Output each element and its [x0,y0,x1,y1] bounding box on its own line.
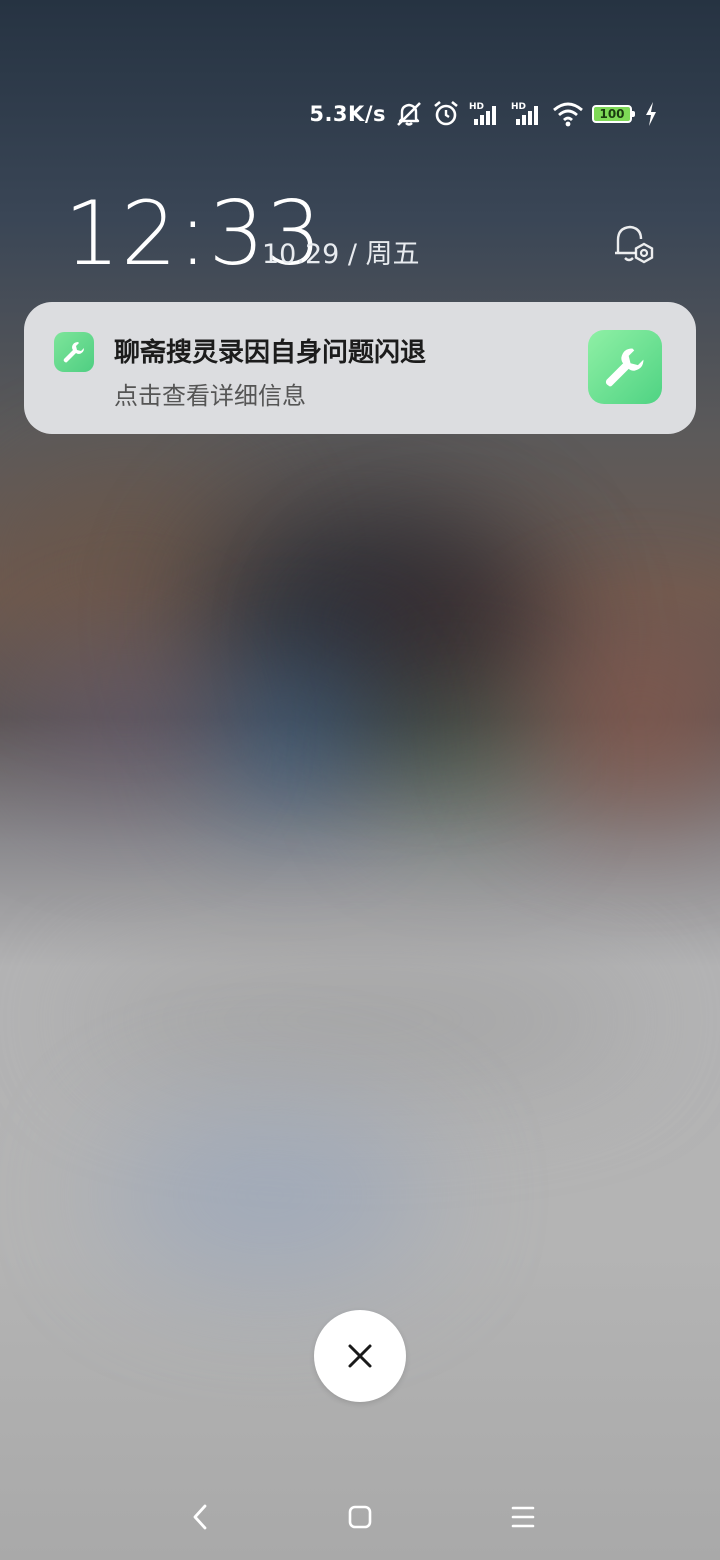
crash-notification[interactable]: 聊斋搜灵录因自身问题闪退 点击查看详细信息 [24,302,696,434]
mute-icon [394,100,424,128]
wallpaper-blur [80,960,640,1080]
alarm-icon [432,100,460,128]
wallpaper-blur [210,660,370,820]
lock-date: 10.29 / 周五 [262,239,420,270]
hd-label: HD [469,102,484,112]
notification-settings-button[interactable] [610,222,660,268]
menu-icon [511,1506,535,1528]
hd-signal-icon: HD [468,100,502,128]
notification-title: 聊斋搜灵录因自身问题闪退 [114,338,427,368]
bell-settings-icon [615,225,654,264]
close-button[interactable] [314,1310,406,1402]
battery-level: 100 [599,107,625,121]
wallpaper-blur [110,1110,430,1280]
back-button[interactable] [173,1490,227,1544]
home-button[interactable] [333,1490,387,1544]
recents-button[interactable] [496,1490,550,1544]
wallpaper-blur [390,700,530,820]
wifi-icon [552,100,584,128]
hd-signal-icon: HD [510,100,544,128]
charging-icon [644,101,658,127]
hd-label: HD [511,102,526,112]
back-icon [193,1504,207,1530]
wrench-icon [588,330,662,404]
home-icon [348,1505,372,1529]
wallpaper-blur [40,640,210,800]
lock-screen: 5.3K/s HD HD 100 12:33 10.29 / 周五 聊斋搜灵录因… [0,0,720,1560]
status-bar: 5.3K/s HD HD 100 [309,96,658,132]
notification-body: 点击查看详细信息 [114,382,306,410]
battery-icon: 100 [592,105,635,123]
network-speed: 5.3K/s [309,102,386,126]
navigation-bar [0,1490,720,1544]
wrench-icon [54,332,94,372]
close-icon [348,1344,372,1368]
